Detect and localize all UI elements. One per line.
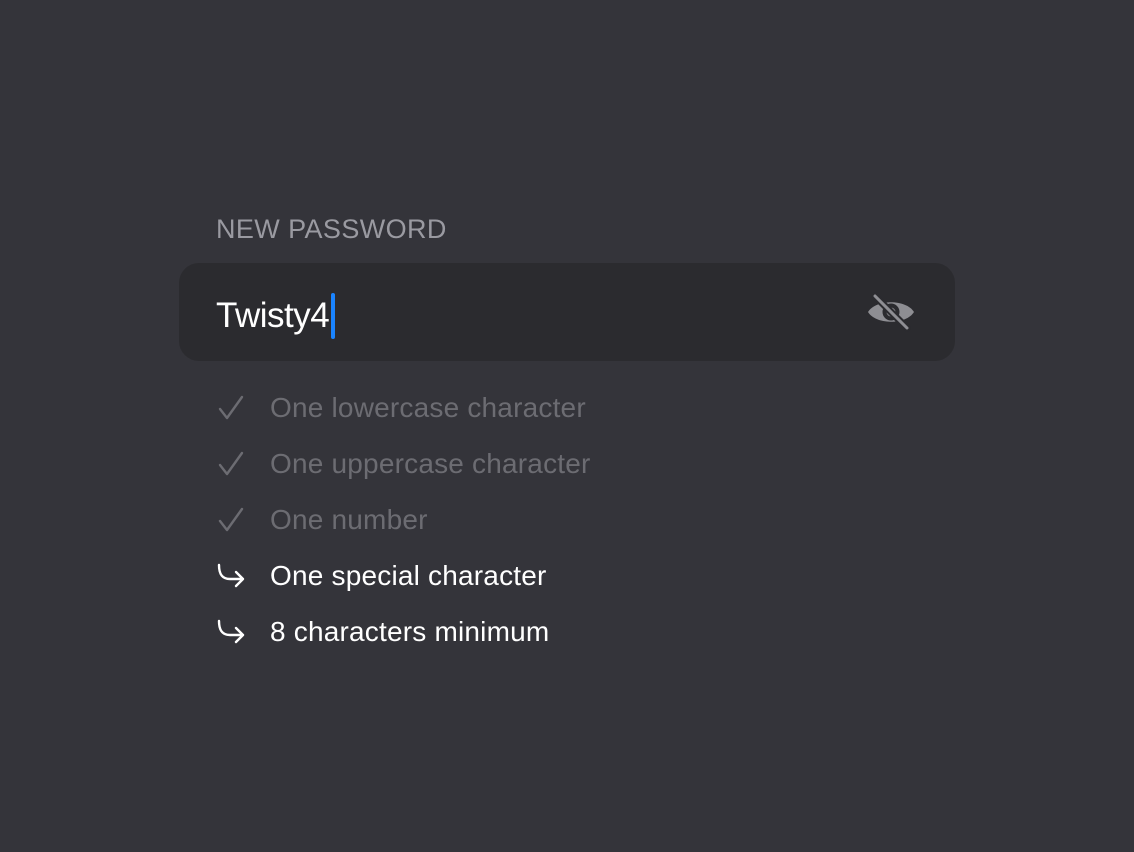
arrow-turn-right-icon xyxy=(216,617,246,647)
requirement-number: One number xyxy=(216,492,591,548)
checkmark-icon xyxy=(216,505,246,535)
requirement-uppercase: One uppercase character xyxy=(216,436,591,492)
password-requirements-list: One lowercase character One uppercase ch… xyxy=(216,380,591,660)
requirement-text: One lowercase character xyxy=(270,392,586,423)
arrow-turn-right-icon xyxy=(216,561,246,591)
password-value: Twisty4 xyxy=(216,296,330,335)
requirement-lowercase: One lowercase character xyxy=(216,380,591,436)
text-caret xyxy=(331,293,336,339)
requirement-special-character: One special character xyxy=(216,548,591,604)
password-input-content: Twisty4 xyxy=(216,293,336,339)
requirement-text: One uppercase character xyxy=(270,448,591,479)
eye-slash-icon xyxy=(868,292,914,332)
checkmark-icon xyxy=(216,393,246,423)
checkmark-icon xyxy=(216,449,246,479)
requirement-min-length: 8 characters minimum xyxy=(216,604,591,660)
password-input[interactable]: Twisty4 xyxy=(179,263,955,361)
toggle-visibility-button[interactable] xyxy=(863,290,919,334)
requirement-text: One special character xyxy=(270,560,547,591)
new-password-label: NEW PASSWORD xyxy=(216,214,447,244)
requirement-text: 8 characters minimum xyxy=(270,616,550,647)
requirement-text: One number xyxy=(270,504,428,535)
password-form: NEW PASSWORD Twisty4 One lowercase chara… xyxy=(0,0,1134,852)
